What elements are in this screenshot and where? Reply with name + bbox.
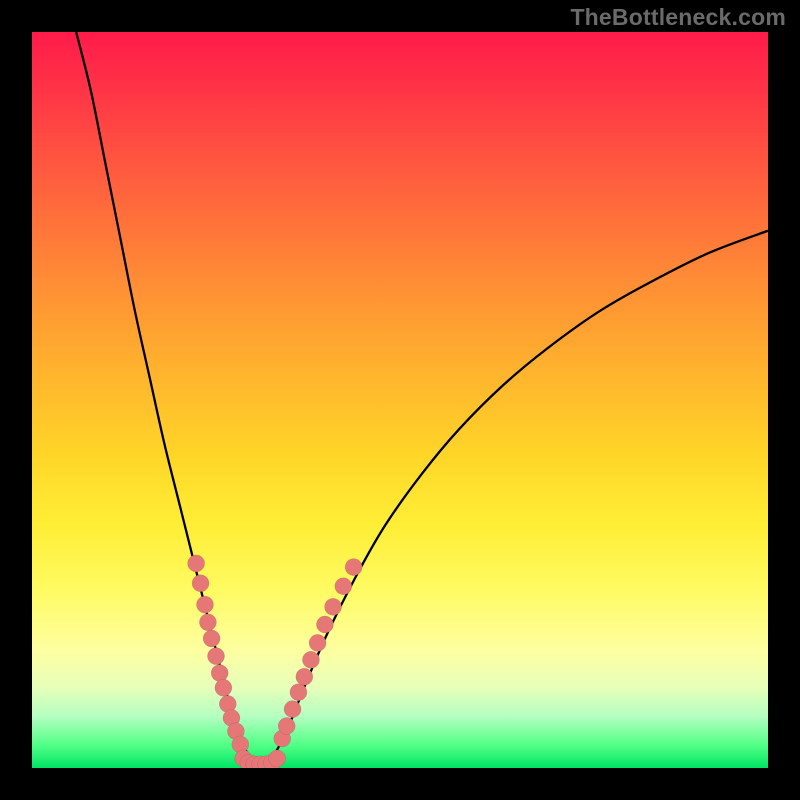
data-point bbox=[203, 630, 220, 647]
data-point bbox=[199, 614, 216, 631]
right-curve bbox=[260, 231, 768, 767]
data-point bbox=[215, 679, 232, 696]
data-point bbox=[192, 575, 209, 592]
plot-area bbox=[32, 32, 768, 768]
data-point bbox=[325, 598, 342, 615]
data-point bbox=[290, 684, 307, 701]
data-points bbox=[188, 555, 363, 768]
data-point bbox=[269, 750, 286, 767]
left-curve bbox=[76, 32, 260, 767]
data-point bbox=[335, 578, 352, 595]
data-point bbox=[211, 665, 228, 682]
data-point bbox=[278, 718, 295, 735]
data-point bbox=[188, 555, 205, 572]
data-point bbox=[284, 701, 301, 718]
data-point bbox=[196, 596, 213, 613]
data-point bbox=[309, 634, 326, 651]
data-point bbox=[296, 668, 313, 685]
data-point bbox=[316, 616, 333, 633]
chart-stage: TheBottleneck.com bbox=[0, 0, 800, 800]
data-point bbox=[208, 648, 225, 665]
data-point bbox=[345, 559, 362, 576]
attribution-watermark: TheBottleneck.com bbox=[570, 4, 786, 31]
curves-svg bbox=[32, 32, 768, 768]
data-point bbox=[302, 651, 319, 668]
